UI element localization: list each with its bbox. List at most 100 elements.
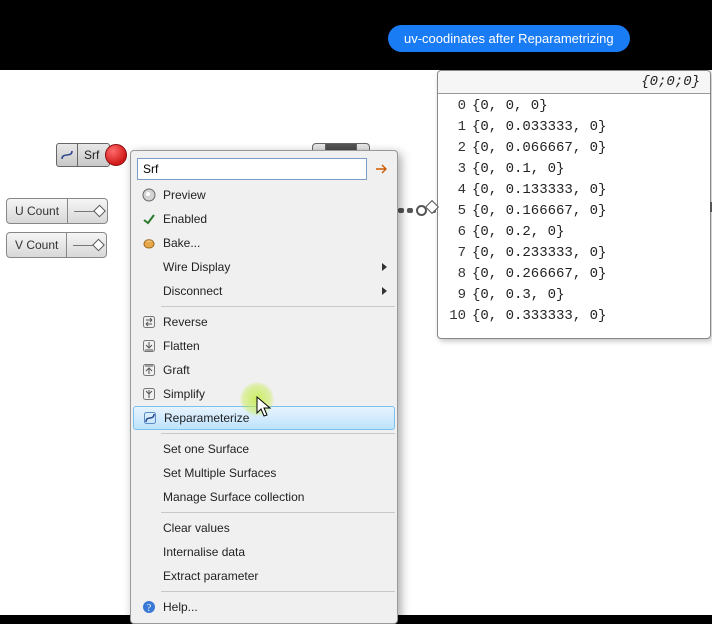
u-count-slider[interactable]: U Count (6, 198, 108, 224)
menu-set-one-surface[interactable]: Set one Surface (131, 437, 397, 461)
blank-icon (137, 518, 161, 538)
panel-row: 4{0, 0.133333, 0} (438, 180, 710, 201)
panel-value: {0, 0.1, 0} (472, 159, 702, 180)
menu-label: Reparameterize (162, 411, 390, 425)
menu-separator (161, 512, 395, 513)
menu-label: Bake... (161, 236, 391, 250)
menu-disconnect[interactable]: Disconnect (131, 279, 397, 303)
panel-value: {0, 0.033333, 0} (472, 117, 702, 138)
panel-index: 8 (446, 264, 472, 285)
panel-value: {0, 0.333333, 0} (472, 306, 702, 327)
panel-row: 6{0, 0.2, 0} (438, 222, 710, 243)
callout-label: uv-coodinates after Reparametrizing (388, 25, 630, 52)
menu-label: Flatten (161, 339, 391, 353)
chevron-right-icon (382, 287, 387, 295)
blank-icon (137, 281, 161, 301)
panel-row: 8{0, 0.266667, 0} (438, 264, 710, 285)
error-balloon-icon[interactable] (105, 144, 127, 166)
menu-wire-display[interactable]: Wire Display (131, 255, 397, 279)
reverse-icon (137, 312, 161, 332)
menu-enabled[interactable]: Enabled (131, 207, 397, 231)
enabled-icon (137, 209, 161, 229)
menu-label: Help... (161, 600, 391, 614)
preview-icon (137, 185, 161, 205)
menu-label: Enabled (161, 212, 391, 226)
menu-reparameterize[interactable]: Reparameterize (133, 406, 395, 430)
panel-row: 7{0, 0.233333, 0} (438, 243, 710, 264)
menu-flatten[interactable]: Flatten (131, 334, 397, 358)
blank-icon (137, 542, 161, 562)
panel-value: {0, 0.3, 0} (472, 285, 702, 306)
panel-value: {0, 0.133333, 0} (472, 180, 702, 201)
v-count-label: V Count (6, 232, 67, 258)
u-count-label: U Count (6, 198, 68, 224)
panel-value: {0, 0.066667, 0} (472, 138, 702, 159)
panel-row: 5{0, 0.166667, 0} (438, 201, 710, 222)
canvas-area: Srf U Count V Count S P (0, 70, 712, 615)
graft-icon (137, 360, 161, 380)
menu-set-multiple-surfaces[interactable]: Set Multiple Surfaces (131, 461, 397, 485)
slider-track[interactable] (68, 198, 108, 224)
flatten-icon (137, 336, 161, 356)
menu-separator (161, 433, 395, 434)
menu-bake[interactable]: Bake... (131, 231, 397, 255)
blank-icon (137, 463, 161, 483)
menu-simplify[interactable]: Simplify (131, 382, 397, 406)
panel-row: 3{0, 0.1, 0} (438, 159, 710, 180)
menu-label: Graft (161, 363, 391, 377)
blank-icon (137, 439, 161, 459)
panel-value: {0, 0.2, 0} (472, 222, 702, 243)
menu-label: Disconnect (161, 284, 382, 298)
help-icon: ? (137, 597, 161, 617)
menu-label: Set one Surface (161, 442, 391, 456)
panel-row: 0{0, 0, 0} (438, 96, 710, 117)
menu-preview[interactable]: Preview (131, 183, 397, 207)
search-append-icon[interactable] (371, 159, 391, 179)
panel-index: 6 (446, 222, 472, 243)
chevron-right-icon (382, 263, 387, 271)
blank-icon (137, 566, 161, 586)
menu-help[interactable]: ? Help... (131, 595, 397, 619)
panel-index: 7 (446, 243, 472, 264)
menu-label: Clear values (161, 521, 391, 535)
menu-label: Internalise data (161, 545, 391, 559)
panel-value: {0, 0.166667, 0} (472, 201, 702, 222)
menu-internalise-data[interactable]: Internalise data (131, 540, 397, 564)
context-menu: Preview Enabled Bake... Wire Display Dis… (130, 150, 398, 624)
menu-label: Wire Display (161, 260, 382, 274)
panel-body: 0{0, 0, 0} 1{0, 0.033333, 0} 2{0, 0.0666… (438, 94, 710, 329)
data-panel[interactable]: {0;0;0} 0{0, 0, 0} 1{0, 0.033333, 0} 2{0… (437, 70, 711, 339)
panel-path-label: {0;0;0} (438, 71, 710, 94)
menu-reverse[interactable]: Reverse (131, 310, 397, 334)
menu-label: Simplify (161, 387, 391, 401)
reparameterize-icon (56, 143, 78, 167)
panel-value: {0, 0, 0} (472, 96, 702, 117)
menu-label: Set Multiple Surfaces (161, 466, 391, 480)
panel-row: 10{0, 0.333333, 0} (438, 306, 710, 327)
menu-extract-parameter[interactable]: Extract parameter (131, 564, 397, 588)
context-search-input[interactable] (137, 158, 367, 180)
menu-manage-surface-collection[interactable]: Manage Surface collection (131, 485, 397, 509)
menu-label: Manage Surface collection (161, 490, 391, 504)
menu-label: Extract parameter (161, 569, 391, 583)
menu-separator (161, 306, 395, 307)
panel-value: {0, 0.266667, 0} (472, 264, 702, 285)
panel-index: 1 (446, 117, 472, 138)
panel-index: 0 (446, 96, 472, 117)
menu-clear-values[interactable]: Clear values (131, 516, 397, 540)
srf-component[interactable]: Srf (56, 143, 110, 167)
v-count-slider[interactable]: V Count (6, 232, 107, 258)
slider-track[interactable] (67, 232, 107, 258)
panel-index: 5 (446, 201, 472, 222)
panel-row: 9{0, 0.3, 0} (438, 285, 710, 306)
simplify-icon (137, 384, 161, 404)
svg-text:?: ? (147, 603, 152, 614)
menu-graft[interactable]: Graft (131, 358, 397, 382)
panel-value: {0, 0.233333, 0} (472, 243, 702, 264)
panel-row: 1{0, 0.033333, 0} (438, 117, 710, 138)
blank-icon (137, 257, 161, 277)
menu-separator (161, 591, 395, 592)
panel-index: 9 (446, 285, 472, 306)
bake-icon (137, 233, 161, 253)
menu-label: Reverse (161, 315, 391, 329)
